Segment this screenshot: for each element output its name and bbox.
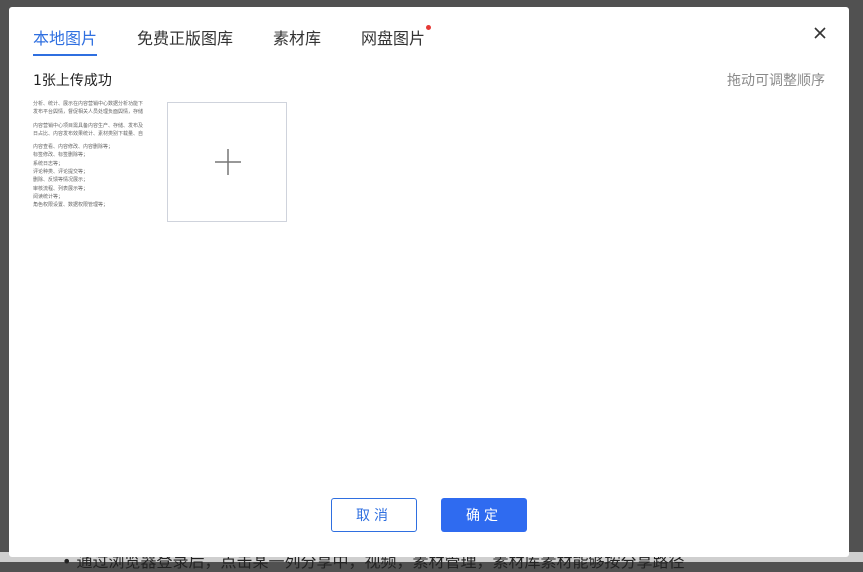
thumbnail-text-line: 评论种类、评论提交等； <box>33 169 89 176</box>
image-picker-dialog: 本地图片 免费正版图库 素材库 网盘图片 1张上传成功 拖动可调整顺序 分析、统… <box>9 7 849 557</box>
uploaded-image-thumbnail[interactable]: 分析、统计、展示在内容营销中心数据分析功能下 发布平台舆情，督促相关人员处理负面舆… <box>33 100 159 222</box>
thumbnail-text-line: 阅读统计等； <box>33 193 64 200</box>
thumbnail-text-line: 日占比、内容发布效果统计、素材类别下载量、自 <box>33 130 144 137</box>
tab-label: 网盘图片 <box>361 29 426 48</box>
confirm-button[interactable]: 确定 <box>441 498 527 532</box>
tab-free-stock-library[interactable]: 免费正版图库 <box>137 25 233 49</box>
thumbnail-text-line: 系统日志等； <box>33 160 64 167</box>
reorder-hint: 拖动可调整顺序 <box>727 73 825 89</box>
tab-local-images[interactable]: 本地图片 <box>33 25 98 56</box>
thumbnail-text-line: 发布平台舆情，督促相关人员处理负面舆情，存储 <box>33 109 144 116</box>
active-tab-indicator <box>33 54 97 56</box>
thumbnail-text-line: 标签修改、标签删除等； <box>33 152 89 159</box>
cancel-button[interactable]: 取消 <box>331 498 417 532</box>
thumbnail-text-line: 分析、统计、展示在内容营销中心数据分析功能下 <box>33 101 144 107</box>
tab-label: 素材库 <box>273 29 322 48</box>
add-image-button[interactable] <box>167 102 287 222</box>
tab-label: 本地图片 <box>33 29 98 48</box>
upload-status: 1张上传成功 <box>33 73 112 89</box>
plus-icon <box>215 149 241 175</box>
thumbnail-text-line: 审核流程、列表展示等； <box>33 185 89 192</box>
thumbnail-text-line: 内容营销中心项目需具备内容生产、存储、发布及 <box>33 122 144 129</box>
thumbnail-text-line: 删除、反馈等情况展示； <box>33 177 89 184</box>
tab-material-library[interactable]: 素材库 <box>273 25 321 49</box>
notification-dot <box>426 25 431 30</box>
thumbnail-text-line: 角色权限设置、数据权限管理等； <box>33 202 109 209</box>
thumbnail-text-line: 内容查看、内容修改、内容删除等； <box>33 144 114 151</box>
tab-cloud-drive-images[interactable]: 网盘图片 <box>361 25 425 49</box>
tab-label: 免费正版图库 <box>137 29 234 48</box>
close-icon[interactable] <box>812 25 828 41</box>
